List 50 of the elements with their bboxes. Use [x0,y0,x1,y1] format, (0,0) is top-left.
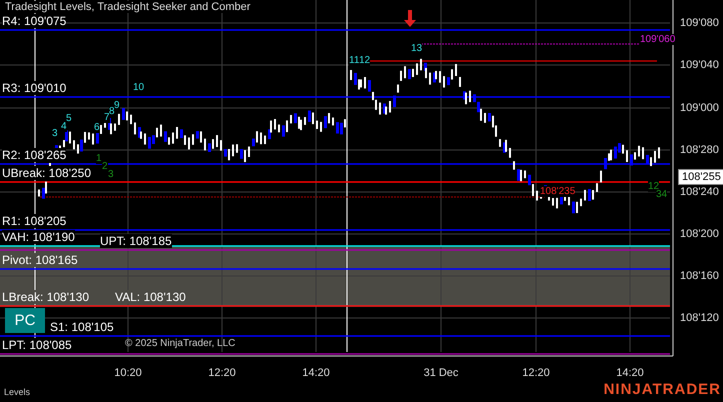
count-marker: 9 [114,100,120,111]
count-marker: 5 [66,113,72,124]
count-marker: 8 [109,106,115,117]
time-tick: 10:20 [114,367,142,379]
price-tick: 108'160 [680,270,719,282]
count-marker: 3 [52,128,58,139]
time-tick: 14:20 [616,367,644,379]
level-label: LPT: 108'085 [2,338,72,352]
time-tick: 14:20 [302,367,330,379]
price-tick: 108'200 [680,228,719,240]
level-label: LBreak: 108'130 [2,290,90,304]
count-marker: 3 [108,169,114,180]
count-marker: 1 [96,153,102,164]
price-tick: 109'000 [680,102,719,114]
count-marker: 4 [61,121,67,132]
count-marker: 12 [359,55,370,66]
count-marker: 7 [104,112,110,123]
price-tick: 109'040 [680,59,719,71]
time-tick: 12:20 [208,367,236,379]
count-marker: 11 [349,55,360,66]
time-tick: 31 Dec [424,367,458,379]
level-label: S1: 108'105 [50,320,114,334]
count-marker: 108'235 [540,186,576,197]
current-price-tag: 108'255 [678,169,723,185]
price-tick: 108'120 [680,312,719,324]
count-marker: 10 [133,82,144,93]
copyright-text: © 2025 NinjaTrader, LLC [125,338,236,350]
level-label: UPT: 108'185 [100,234,172,248]
price-tick: 108'280 [680,144,719,156]
level-label: R4: 109'075 [2,14,66,28]
level-label: Pivot: 108'165 [2,253,78,267]
down-arrow-icon [403,10,417,27]
count-marker: 13 [411,43,422,54]
count-marker: 109'060 [640,34,676,45]
count-marker: 2 [102,161,108,172]
level-label: UBreak: 108'250 [2,166,92,180]
level-label: R1: 108'205 [2,214,66,228]
time-tick: 12:20 [522,367,550,379]
level-label: R2: 108'265 [2,148,66,162]
price-tick: 108'240 [680,186,719,198]
level-label: VAL: 108'130 [115,290,186,304]
count-marker: 6 [94,122,100,133]
pc-button[interactable]: PC [5,308,45,333]
count-marker: 34 [656,189,668,200]
chart-title: Tradesight Levels, Tradesight Seeker and Comber [5,1,250,13]
level-label: R3: 109'010 [2,81,66,95]
footer-tab[interactable]: Levels [4,387,30,397]
logo: NINJATRADER [604,381,721,399]
level-label: VAH: 108'190 [2,230,75,244]
price-tick: 109'080 [680,17,719,29]
